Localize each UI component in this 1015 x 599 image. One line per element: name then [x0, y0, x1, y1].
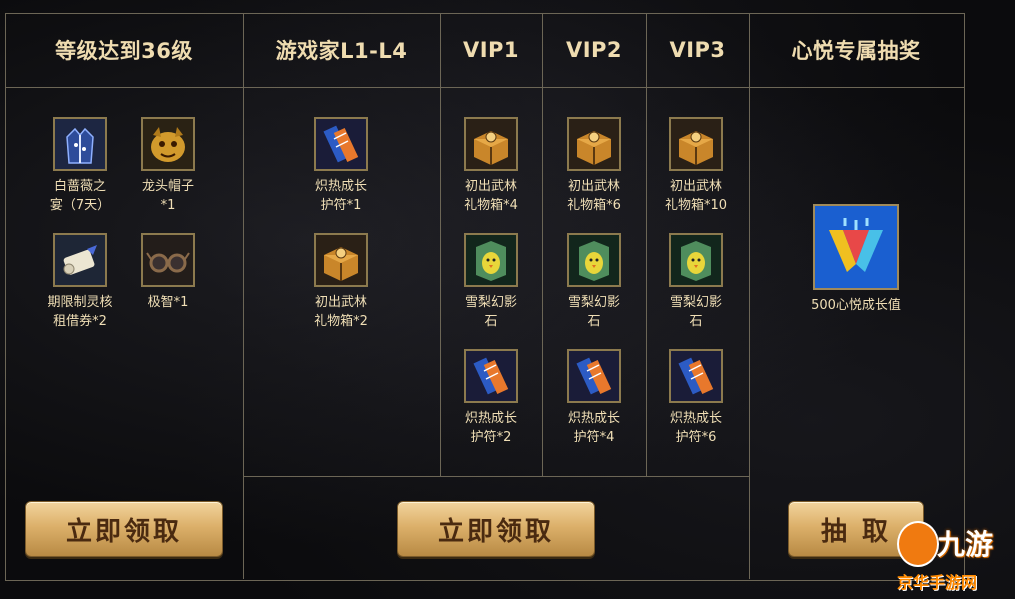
reward-item-glasses[interactable]: 极智*1	[118, 233, 218, 312]
reward-label: 雪梨幻影石	[567, 295, 620, 329]
reward-item-gift-box[interactable]: 初出武林 礼物箱*10	[646, 117, 746, 215]
scroll-icon	[53, 233, 107, 287]
crystal-chick-icon	[669, 233, 723, 287]
header-divider	[5, 87, 965, 88]
claim-vip-button[interactable]: 立即领取	[397, 501, 595, 557]
reward-item-growth-charm[interactable]: 炽热成长 护符*1	[291, 117, 391, 215]
watermark-site: 京华手游网	[897, 573, 978, 592]
reward-label: 白蔷薇之 宴（7天）	[49, 179, 111, 213]
reward-item-gift-box[interactable]: 初出武林 礼物箱*2	[291, 233, 391, 331]
reward-item-dragon-hat[interactable]: 龙头帽子 *1	[118, 117, 218, 215]
crystal-chick-icon	[464, 233, 518, 287]
outfit-icon	[53, 117, 107, 171]
reward-label: 500心悦成长值	[811, 298, 901, 313]
reward-label: 极智*1	[147, 295, 189, 310]
reward-label: 雪梨幻影石	[669, 295, 722, 329]
column-header-vip1: VIP1	[462, 38, 520, 62]
reward-label: 炽热成长 护符*4	[567, 411, 620, 445]
gift-box-icon	[669, 117, 723, 171]
reward-item-gift-box[interactable]: 初出武林 礼物箱*4	[441, 117, 541, 215]
reward-item-snow-pear-stone[interactable]: 雪梨幻影石	[646, 233, 746, 331]
reward-item-white-rose-outfit[interactable]: 白蔷薇之 宴（7天）	[30, 117, 130, 215]
reward-item-growth-charm[interactable]: 炽热成长 护符*6	[646, 349, 746, 447]
gift-box-icon	[464, 117, 518, 171]
crystal-chick-icon	[567, 233, 621, 287]
column-divider-1	[243, 13, 244, 579]
reward-label: 初出武林 礼物箱*2	[314, 295, 368, 329]
column-header-vip3: VIP3	[669, 38, 726, 62]
glasses-icon	[141, 233, 195, 287]
reward-item-growth-charm[interactable]: 炽热成长 护符*4	[544, 349, 644, 447]
reward-label: 期限制灵核 租借券*2	[47, 295, 113, 329]
reward-label: 龙头帽子 *1	[141, 179, 194, 213]
column-header-level: 等级达到36级	[55, 39, 193, 63]
vip-bottom-divider	[243, 476, 750, 477]
reward-item-rental-voucher[interactable]: 期限制灵核 租借券*2	[30, 233, 130, 331]
reward-label: 初出武林 礼物箱*6	[567, 179, 621, 213]
watermark-mark: 九游	[937, 528, 994, 561]
reward-item-growth-points[interactable]: 500心悦成长值	[796, 204, 916, 315]
reward-label: 炽热成长 护符*1	[314, 179, 367, 213]
reward-label: 炽热成长 护符*6	[669, 411, 722, 445]
column-header-lottery: 心悦专属抽奖	[791, 39, 921, 63]
reward-item-snow-pear-stone[interactable]: 雪梨幻影石	[441, 233, 541, 331]
gift-box-icon	[567, 117, 621, 171]
mascot-icon	[897, 521, 939, 567]
site-watermark: 九游 京华手游网	[893, 517, 1013, 597]
claim-level-button[interactable]: 立即领取	[25, 501, 223, 557]
charm-icon	[669, 349, 723, 403]
reward-item-growth-charm[interactable]: 炽热成长 护符*2	[441, 349, 541, 447]
reward-label: 炽热成长 护符*2	[464, 411, 517, 445]
charm-icon	[314, 117, 368, 171]
reward-label: 雪梨幻影石	[464, 295, 517, 329]
column-header-gamer: 游戏家L1-L4	[275, 39, 408, 63]
reward-label: 初出武林 礼物箱*4	[464, 179, 518, 213]
reward-item-snow-pear-stone[interactable]: 雪梨幻影石	[544, 233, 644, 331]
reward-item-gift-box[interactable]: 初出武林 礼物箱*6	[544, 117, 644, 215]
dragon-hat-icon	[141, 117, 195, 171]
column-header-vip2: VIP2	[565, 38, 623, 62]
reward-label: 初出武林 礼物箱*10	[664, 179, 728, 213]
charm-icon	[464, 349, 518, 403]
charm-icon	[567, 349, 621, 403]
gift-box-icon	[314, 233, 368, 287]
column-divider-5	[749, 13, 750, 579]
vip-logo-icon	[813, 204, 899, 290]
